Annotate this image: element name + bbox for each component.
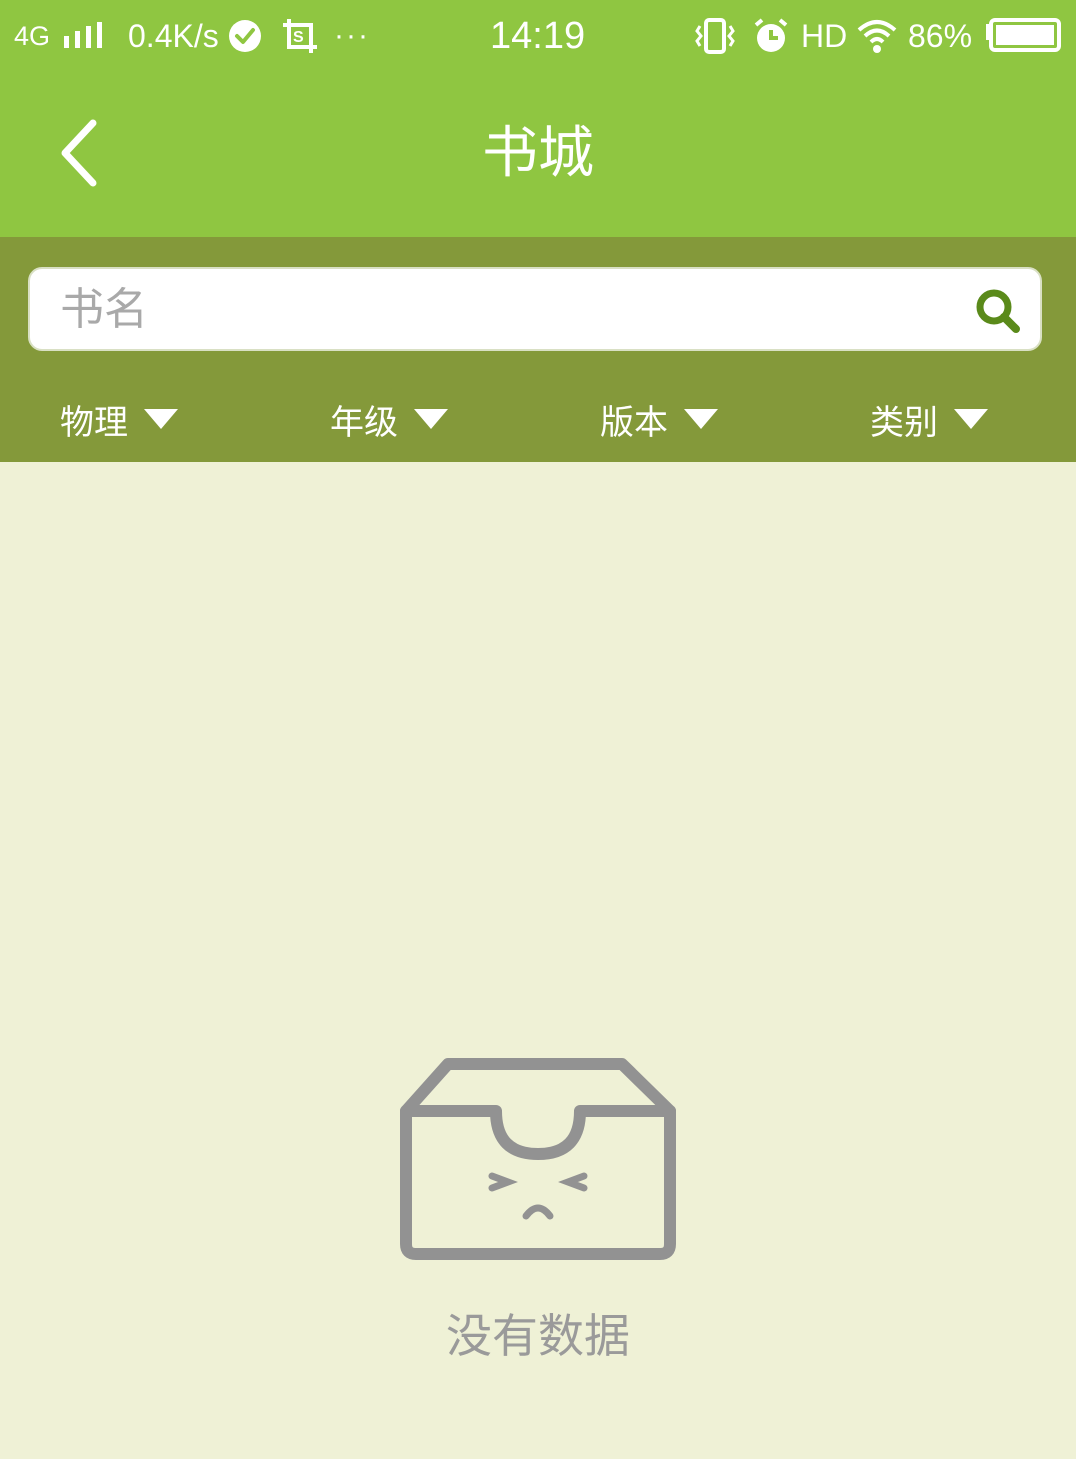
more-notifications-icon: ··· bbox=[334, 19, 370, 52]
screenshot-icon: S bbox=[281, 16, 319, 56]
caret-down-icon bbox=[682, 407, 720, 431]
hd-label: HD bbox=[801, 17, 848, 54]
caret-down-icon bbox=[952, 407, 990, 431]
battery-icon bbox=[984, 16, 1062, 56]
caret-down-icon bbox=[142, 407, 180, 431]
dropdown-label: 版本 bbox=[600, 402, 668, 443]
filter-dropdowns: 物理 年级 版本 类别 bbox=[0, 387, 1076, 451]
dropdown-label: 类别 bbox=[870, 402, 938, 443]
svg-text:S: S bbox=[293, 29, 304, 46]
dropdown-label: 物理 bbox=[60, 402, 128, 443]
page-title: 书城 bbox=[482, 121, 594, 186]
search-button[interactable] bbox=[972, 285, 1024, 337]
battery-percent: 86% bbox=[908, 17, 973, 54]
filter-panel: 物理 年级 版本 类别 bbox=[0, 237, 1076, 462]
dropdown-label: 年级 bbox=[330, 402, 398, 443]
navigation-bar: 书城 bbox=[0, 72, 1076, 237]
network-type-label: 4G bbox=[14, 20, 51, 51]
check-circle-icon bbox=[228, 16, 262, 56]
caret-down-icon bbox=[412, 407, 450, 431]
vibrate-icon bbox=[694, 16, 736, 56]
alarm-icon bbox=[752, 16, 790, 56]
wifi-icon bbox=[856, 16, 898, 56]
network-speed: 0.4K/s bbox=[128, 17, 219, 54]
clock-time: 14:19 bbox=[490, 14, 586, 57]
search-icon bbox=[976, 289, 1020, 333]
search-input[interactable] bbox=[60, 277, 960, 341]
category-dropdown[interactable]: 类别 bbox=[870, 387, 990, 451]
empty-state-message: 没有数据 bbox=[446, 1309, 630, 1363]
edition-dropdown[interactable]: 版本 bbox=[600, 387, 720, 451]
signal-icon bbox=[62, 16, 106, 56]
status-bar: 4G 0.4K/s S ··· 14:19 HD 86% bbox=[0, 0, 1076, 72]
search-box bbox=[28, 267, 1042, 351]
grade-dropdown[interactable]: 年级 bbox=[330, 387, 450, 451]
subject-dropdown[interactable]: 物理 bbox=[60, 387, 180, 451]
empty-box-icon bbox=[396, 1056, 682, 1262]
